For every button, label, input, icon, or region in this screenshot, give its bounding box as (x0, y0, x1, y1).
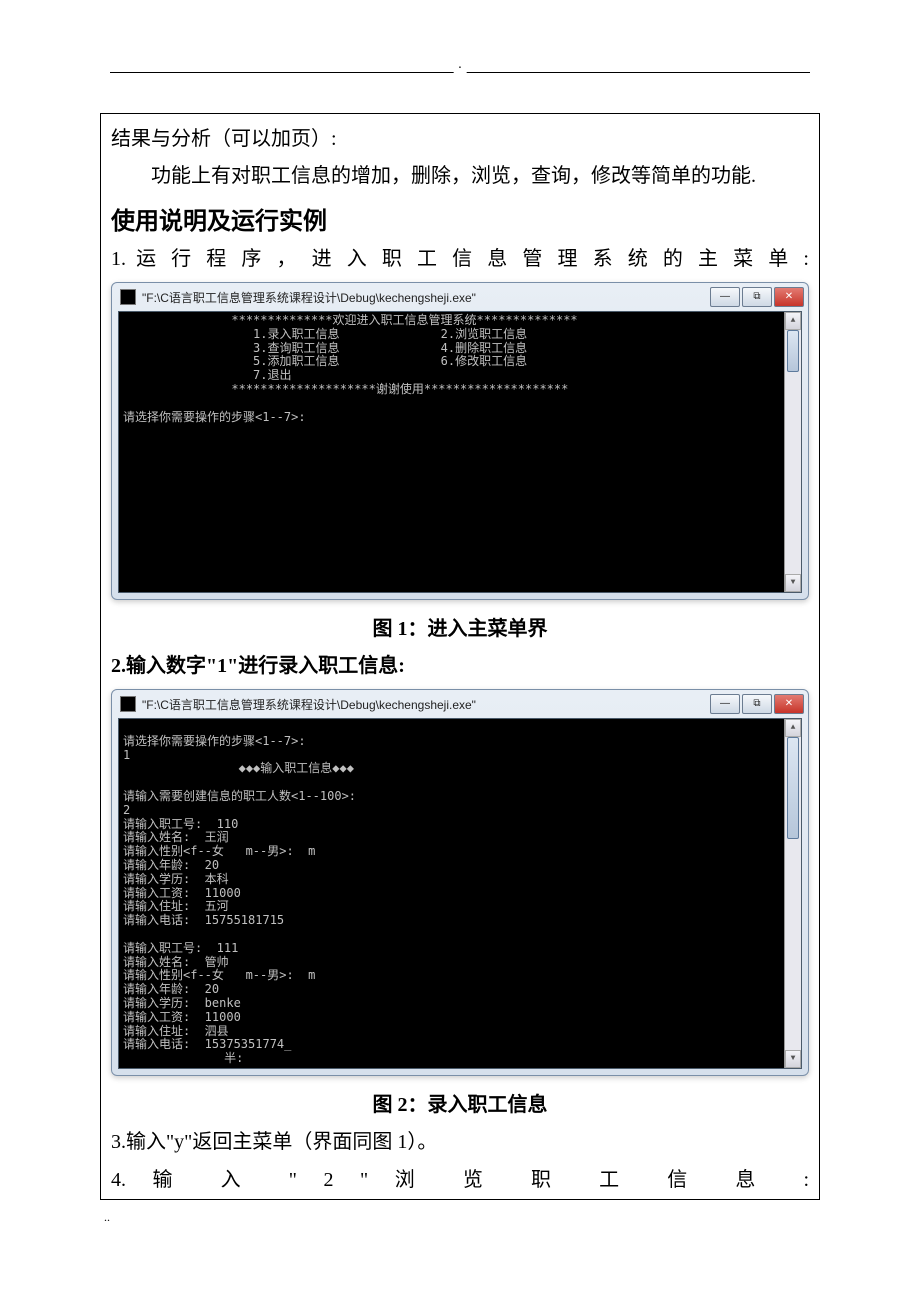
footer-dots: .. (100, 1200, 820, 1225)
minimize-button[interactable]: — (710, 287, 740, 307)
console-text: **************欢迎进入职工信息管理系统**************… (119, 312, 801, 596)
console-window-2: "F:\C语言职工信息管理系统课程设计\Debug\kechengsheji.e… (111, 689, 809, 1076)
console-text: 请选择你需要操作的步骤<1--7>: 1 ◆◆◆输入职工信息◆◆◆ 请输入需要创… (119, 719, 801, 1068)
maximize-button[interactable]: ⧉ (742, 694, 772, 714)
content-box: 结果与分析（可以加页）: 功能上有对职工信息的增加，删除，浏览，查询，修改等简单… (100, 113, 820, 1200)
window-buttons: — ⧉ ✕ (710, 287, 804, 307)
minimize-button[interactable]: — (710, 694, 740, 714)
header-rule (110, 72, 810, 73)
step-3: 3.输入"y"返回主菜单（界面同图 1）。 (101, 1123, 819, 1161)
scroll-up-button[interactable]: ▲ (785, 312, 801, 330)
step-4: 4. 输 入 " 2 " 浏 览 职 工 信 息 : (101, 1161, 819, 1199)
scroll-up-button[interactable]: ▲ (785, 719, 801, 737)
close-button[interactable]: ✕ (774, 287, 804, 307)
titlebar[interactable]: "F:\C语言职工信息管理系统课程设计\Debug\kechengsheji.e… (112, 283, 808, 311)
maximize-button[interactable]: ⧉ (742, 287, 772, 307)
scroll-thumb[interactable] (787, 737, 799, 839)
window-title: "F:\C语言职工信息管理系统课程设计\Debug\kechengsheji.e… (142, 696, 710, 713)
console-body[interactable]: 请选择你需要操作的步骤<1--7>: 1 ◆◆◆输入职工信息◆◆◆ 请输入需要创… (118, 718, 802, 1069)
usage-heading: 使用说明及运行实例 (101, 197, 819, 240)
scroll-thumb[interactable] (787, 330, 799, 372)
scroll-track[interactable] (785, 330, 801, 574)
scroll-track[interactable] (785, 737, 801, 1050)
app-icon (120, 289, 136, 305)
summary-line: 功能上有对职工信息的增加，删除，浏览，查询，修改等简单的功能. (101, 157, 819, 197)
close-button[interactable]: ✕ (774, 694, 804, 714)
app-icon (120, 696, 136, 712)
window-buttons: — ⧉ ✕ (710, 694, 804, 714)
caption-1: 图 1：进入主菜单界 (101, 606, 819, 647)
scrollbar[interactable]: ▲ ▼ (784, 719, 801, 1068)
results-header: 结果与分析（可以加页）: (101, 114, 819, 157)
caption-2: 图 2：录入职工信息 (101, 1082, 819, 1123)
console-window-1: "F:\C语言职工信息管理系统课程设计\Debug\kechengsheji.e… (111, 282, 809, 600)
step-1: 1. 运 行 程 序 ， 进 入 职 工 信 息 管 理 系 统 的 主 菜 单… (101, 240, 819, 278)
titlebar[interactable]: "F:\C语言职工信息管理系统课程设计\Debug\kechengsheji.e… (112, 690, 808, 718)
scroll-down-button[interactable]: ▼ (785, 574, 801, 592)
console-body[interactable]: **************欢迎进入职工信息管理系统**************… (118, 311, 802, 593)
step-2: 2.输入数字"1"进行录入职工信息: (101, 647, 819, 685)
scrollbar[interactable]: ▲ ▼ (784, 312, 801, 592)
document-page: 结果与分析（可以加页）: 功能上有对职工信息的增加，删除，浏览，查询，修改等简单… (0, 72, 920, 1275)
window-title: "F:\C语言职工信息管理系统课程设计\Debug\kechengsheji.e… (142, 289, 710, 306)
scroll-down-button[interactable]: ▼ (785, 1050, 801, 1068)
